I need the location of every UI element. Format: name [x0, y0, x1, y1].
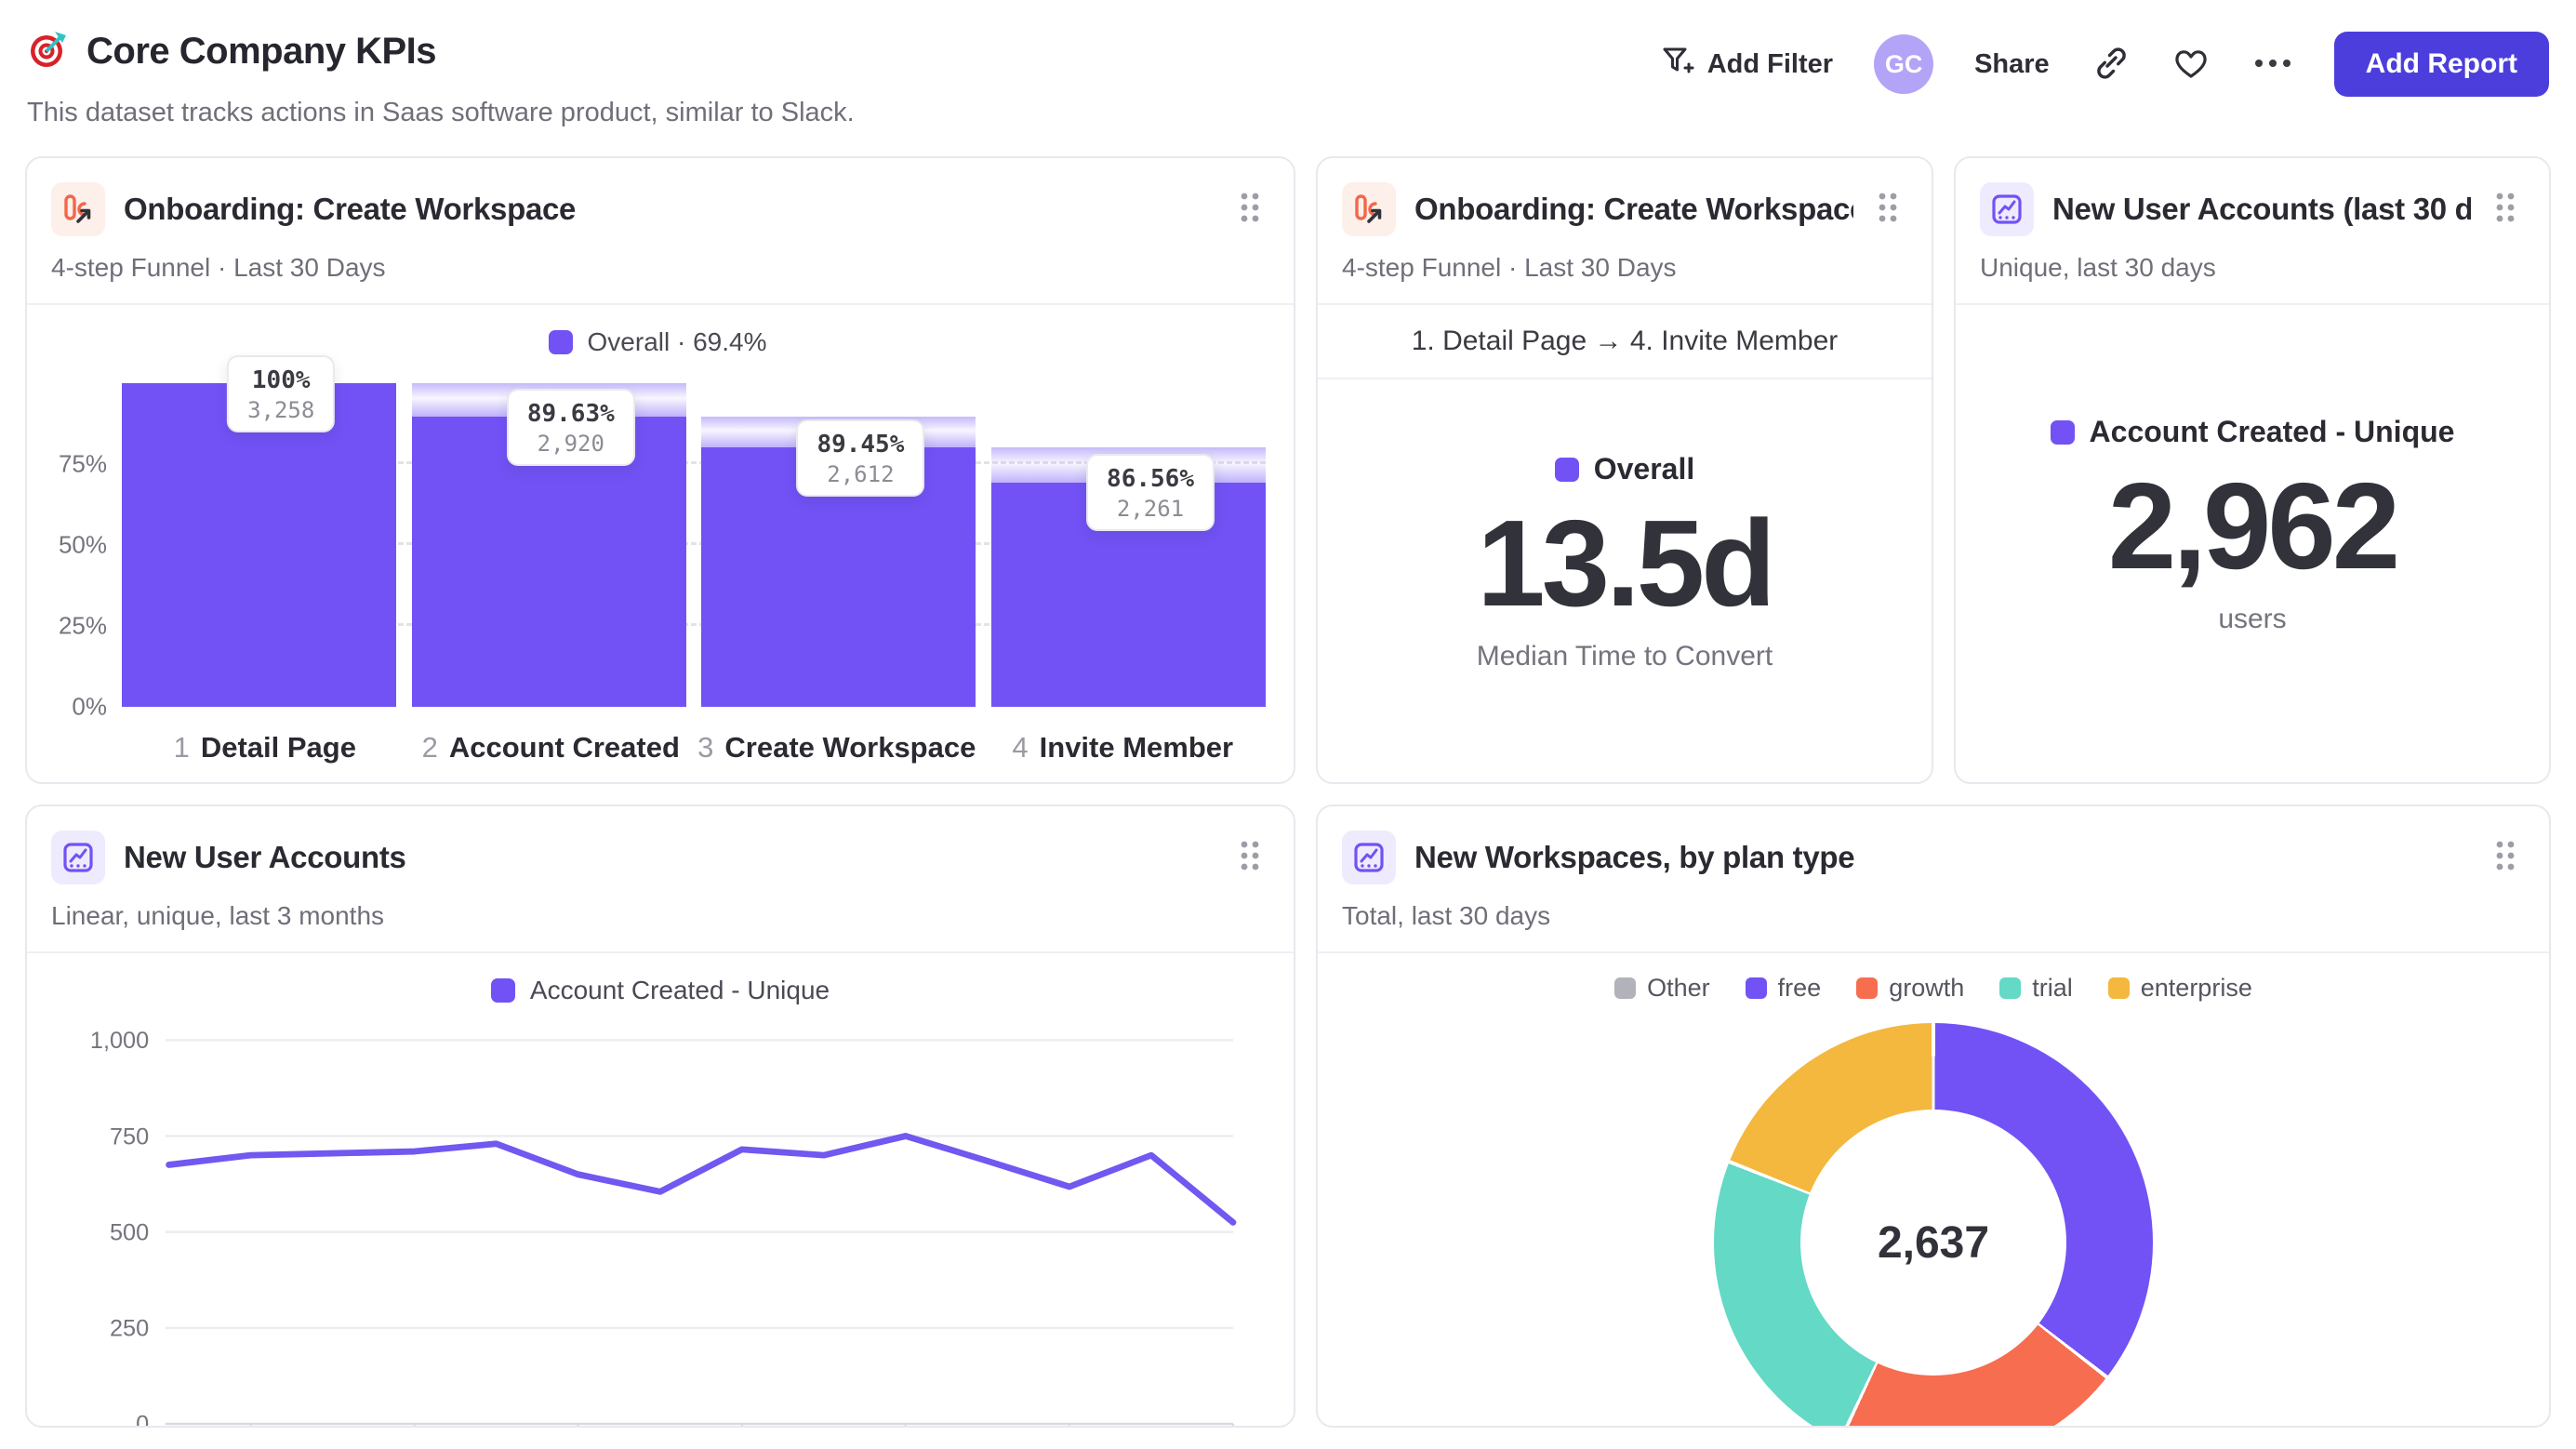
- median-time-caption: Median Time to Convert: [1476, 640, 1773, 671]
- donut-legend-item[interactable]: trial: [1999, 974, 2073, 1003]
- funnel-value-box: 100% 3,258: [227, 355, 336, 432]
- svg-text:750: 750: [110, 1123, 149, 1150]
- top-bar: Core Company KPIs This dataset tracks ac…: [25, 20, 2551, 128]
- legend-chip: [2050, 419, 2075, 445]
- funnel-step-labels: 1 Detail Page 2 Account Created 3 Create Work…: [122, 731, 1266, 764]
- median-time-value: 13.5d: [1477, 495, 1776, 632]
- svg-text:1,000: 1,000: [90, 1028, 149, 1054]
- legend-chip: [490, 978, 515, 1003]
- insights-report-icon: [51, 831, 105, 884]
- funnel-y-tick: 25%: [58, 611, 107, 640]
- drag-handle-icon[interactable]: [2490, 834, 2521, 882]
- card-subtitle: 4-step Funnel · Last 30 Days: [51, 253, 386, 282]
- accounts-legend[interactable]: Account Created - Unique: [2050, 415, 2454, 449]
- header-controls: Add Filter GC Share Add Report: [1659, 28, 2549, 97]
- funnel-y-tick: 50%: [58, 530, 107, 559]
- card-median-time: Onboarding: Create Workspace 4-step Funn…: [1316, 156, 1933, 784]
- card-subtitle: 4-step Funnel · Last 30 Days: [1342, 253, 1677, 282]
- favorite-button[interactable]: [2171, 43, 2211, 86]
- link-icon: [2091, 44, 2130, 86]
- target-dart-icon: [27, 28, 70, 75]
- legend-chip: [1856, 977, 1879, 999]
- drag-handle-icon[interactable]: [1234, 834, 1266, 882]
- card-title: Onboarding: Create Workspace: [1414, 192, 1853, 226]
- legend-chip: [2107, 977, 2130, 999]
- legend-chip: [548, 330, 573, 354]
- median-legend[interactable]: Overall: [1554, 452, 1694, 486]
- funnel-step-label: 3 Create Workspace: [697, 731, 976, 764]
- funnel-plot: 100% 3,258 89.63% 2,920 89.45% 2,612 86.56% 2,2…: [122, 355, 1266, 707]
- page-title: Core Company KPIs: [86, 31, 437, 72]
- funnel-report-icon: [51, 182, 105, 236]
- funnel-value-box: 86.56% 2,261: [1086, 454, 1215, 532]
- share-button[interactable]: Share: [1974, 49, 2050, 80]
- donut-legend-item[interactable]: Other: [1614, 974, 1710, 1003]
- filter-plus-icon: [1659, 43, 1694, 86]
- legend-chip: [1554, 457, 1579, 482]
- drag-handle-icon[interactable]: [1872, 186, 1904, 233]
- copy-link-button[interactable]: [2091, 44, 2130, 86]
- funnel-step-range: 1. Detail Page → 4. Invite Member: [1411, 326, 1839, 356]
- card-title: New Workspaces, by plan type: [1414, 840, 1855, 874]
- card-onboarding-funnel: Onboarding: Create Workspace 4-step Funn…: [25, 156, 1295, 784]
- line-chart: 02505007501,000Apr 20May 4May 18Jun 1Jun…: [90, 1028, 1237, 1428]
- card-new-accounts-30d: New User Accounts (last 30 days) Unique,…: [1954, 156, 2551, 784]
- donut-legend-item[interactable]: growth: [1856, 974, 1964, 1003]
- svg-text:0: 0: [136, 1412, 149, 1428]
- drag-handle-icon[interactable]: [1234, 186, 1266, 233]
- legend-chip: [1745, 977, 1767, 999]
- donut-chart: 2,637: [1714, 1023, 2153, 1426]
- avatar[interactable]: GC: [1874, 34, 1934, 94]
- legend-chip: [1999, 977, 2022, 999]
- funnel-y-tick: 75%: [58, 449, 107, 478]
- donut-legend: Other free growth trial enterprise: [1614, 974, 2252, 1003]
- add-report-button[interactable]: Add Report: [2333, 32, 2549, 97]
- funnel-legend[interactable]: Overall · 69.4%: [49, 327, 1266, 357]
- trend-legend[interactable]: Account Created - Unique: [49, 976, 1271, 1005]
- card-title: Onboarding: Create Workspace: [124, 192, 577, 226]
- accounts-caption: users: [2218, 603, 2287, 634]
- insights-report-icon: [1980, 182, 2034, 236]
- donut-legend-item[interactable]: enterprise: [2107, 974, 2252, 1003]
- more-options-button[interactable]: [2252, 57, 2293, 73]
- add-filter-button[interactable]: Add Filter: [1659, 43, 1833, 86]
- legend-chip: [1614, 977, 1637, 999]
- heart-icon: [2171, 43, 2211, 86]
- funnel-step-label: 2 Account Created: [421, 731, 680, 764]
- funnel-report-icon: [1342, 182, 1396, 236]
- page-subtitle: This dataset tracks actions in Saas soft…: [27, 98, 855, 127]
- funnel-value-box: 89.63% 2,920: [506, 389, 635, 467]
- card-subtitle: Unique, last 30 days: [1980, 253, 2216, 282]
- donut-legend-item[interactable]: free: [1745, 974, 1821, 1003]
- insights-report-icon: [1342, 831, 1396, 884]
- funnel-y-tick: 0%: [72, 692, 107, 721]
- card-title: New User Accounts: [124, 840, 406, 874]
- card-title: New User Accounts (last 30 days): [2052, 192, 2471, 226]
- card-subtitle: Linear, unique, last 3 months: [51, 901, 385, 930]
- funnel-step-label: 4 Invite Member: [1012, 731, 1234, 764]
- funnel-step-label: 1 Detail Page: [173, 731, 356, 764]
- svg-text:250: 250: [110, 1316, 149, 1342]
- card-new-accounts-trend: New User Accounts Linear, unique, last 3…: [25, 804, 1295, 1428]
- dashboard-page: Core Company KPIs This dataset tracks ac…: [0, 0, 2576, 1449]
- card-workspaces-by-plan: New Workspaces, by plan type Total, last…: [1316, 804, 2551, 1428]
- accounts-value: 2,962: [2107, 458, 2400, 595]
- card-subtitle: Total, last 30 days: [1342, 901, 1551, 930]
- svg-text:500: 500: [110, 1219, 149, 1245]
- drag-handle-icon[interactable]: [2490, 186, 2521, 233]
- funnel-y-axis: 75% 50% 25% 0%: [49, 383, 122, 721]
- funnel-value-box: 89.45% 2,612: [796, 419, 925, 497]
- ellipsis-icon: [2252, 57, 2293, 73]
- donut-center-total: 2,637: [1877, 1217, 1990, 1268]
